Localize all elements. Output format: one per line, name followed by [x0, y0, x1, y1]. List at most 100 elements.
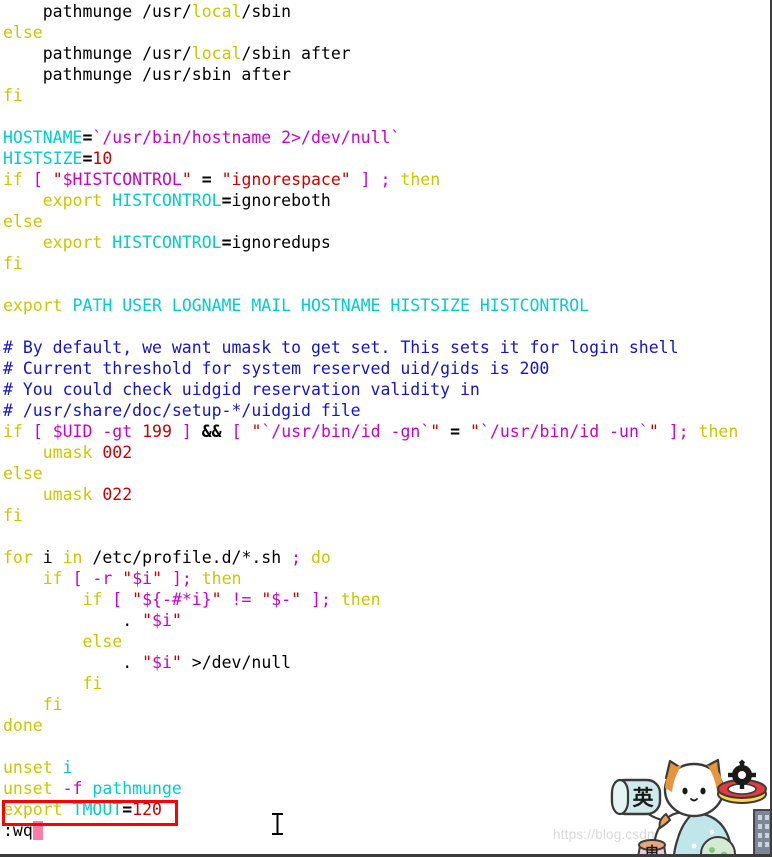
code-line[interactable]: if [ "$HISTCONTROL" = "ignorespace" ] ; … — [0, 169, 770, 190]
code-line[interactable]: if [ "${-#*i}" != "$-" ]; then — [0, 589, 770, 610]
code-token-kw: else — [82, 632, 123, 651]
code-line[interactable]: HOSTNAME=`/usr/bin/hostname 2>/dev/null` — [0, 127, 770, 148]
code-token-punct: ; — [678, 422, 689, 441]
code-token-punct: -r — [92, 569, 113, 588]
code-line[interactable]: fi — [0, 673, 770, 694]
code-token-op: = — [450, 422, 461, 441]
code-line[interactable]: pathmunge /usr/sbin after — [0, 64, 770, 85]
code-token-kw: export — [3, 800, 63, 819]
code-line[interactable]: HISTSIZE=10 — [0, 148, 770, 169]
code-token-kw: fi — [42, 695, 63, 714]
code-line[interactable] — [0, 526, 770, 547]
code-line[interactable]: unset -f pathmunge — [0, 778, 770, 799]
vim-terminal-screen[interactable]: pathmunge /usr/local/sbin else pathmunge … — [0, 0, 772, 857]
code-line[interactable]: export PATH USER LOGNAME MAIL HOSTNAME H… — [0, 295, 770, 316]
code-line[interactable]: pathmunge /usr/local/sbin after — [0, 43, 770, 64]
code-line[interactable]: export HISTCONTROL=ignoredups — [0, 232, 770, 253]
code-line[interactable]: umask 002 — [0, 442, 770, 463]
code-line[interactable]: . "$i" — [0, 610, 770, 631]
editor-buffer[interactable]: pathmunge /usr/local/sbin else pathmunge … — [0, 0, 770, 841]
code-line[interactable]: else — [0, 463, 770, 484]
code-line[interactable] — [0, 736, 770, 757]
vim-command-line[interactable]: :wq — [0, 820, 770, 841]
code-line[interactable]: done — [0, 715, 770, 736]
code-token-str: " — [648, 422, 659, 441]
code-token-punct: != — [231, 590, 252, 609]
code-line[interactable] — [0, 316, 770, 337]
code-token-plain: ignoreboth — [231, 191, 331, 210]
code-line[interactable]: for i in /etc/profile.d/*.sh ; do — [0, 547, 770, 568]
code-token-plain: /sbin after — [241, 44, 351, 63]
code-token-var: HISTSIZE — [3, 149, 83, 168]
code-token-kw: in — [62, 548, 83, 567]
code-line[interactable]: # You could check uidgid reservation val… — [0, 379, 770, 400]
code-token-punct: -f — [62, 779, 83, 798]
code-line[interactable]: else — [0, 631, 770, 652]
code-line[interactable]: fi — [0, 85, 770, 106]
code-token-var: HOSTNAME — [3, 128, 83, 147]
code-line[interactable]: # Current threshold for system reserved … — [0, 358, 770, 379]
code-token-kw: if — [42, 569, 63, 588]
code-line[interactable]: export HISTCONTROL=ignoreboth — [0, 190, 770, 211]
code-line[interactable]: if [ -r "$i" ]; then — [0, 568, 770, 589]
code-token-kw: fi — [3, 86, 23, 105]
code-line[interactable] — [0, 106, 770, 127]
code-line[interactable]: export TMOUT=120 — [0, 799, 770, 820]
code-line[interactable]: else — [0, 211, 770, 232]
code-line[interactable]: if [ $UID -gt 199 ] && [ "`/usr/bin/id -… — [0, 421, 770, 442]
code-token-num: 10 — [92, 149, 113, 168]
code-token-op: = — [82, 128, 93, 147]
code-line[interactable]: umask 022 — [0, 484, 770, 505]
code-line[interactable]: unset i — [0, 757, 770, 778]
text-cursor — [32, 821, 43, 840]
code-line[interactable]: fi — [0, 253, 770, 274]
code-token-var: pathmunge — [92, 779, 182, 798]
code-token-punct: [ — [112, 590, 123, 609]
code-line[interactable] — [0, 274, 770, 295]
code-token-punct: ${-#*i} — [142, 590, 212, 609]
code-token-op: = — [201, 170, 212, 189]
code-token-punct: $i — [152, 653, 172, 672]
code-token-num: 002 — [102, 443, 133, 462]
code-line[interactable]: . "$i" >/dev/null — [0, 652, 770, 673]
code-token-punct: `/usr/bin/id -gn` — [261, 422, 431, 441]
code-line[interactable]: # By default, we want umask to get set. … — [0, 337, 770, 358]
code-token-num: 199 — [142, 422, 172, 441]
code-token-str: " — [470, 422, 480, 441]
code-token-kw: then — [201, 569, 242, 588]
code-line[interactable]: # /usr/share/doc/setup-*/uidgid file — [0, 400, 770, 421]
code-line[interactable]: fi — [0, 694, 770, 715]
code-line[interactable]: pathmunge /usr/local/sbin — [0, 1, 770, 22]
code-token-str: " — [171, 611, 182, 630]
code-line[interactable]: fi — [0, 505, 770, 526]
code-token-var: TMOUT — [72, 800, 123, 819]
code-token-kw: umask — [42, 485, 93, 504]
code-token-str: " — [52, 170, 63, 189]
code-token-punct: ] — [668, 422, 679, 441]
code-token-kw: if — [3, 422, 23, 441]
code-token-kw: umask — [42, 443, 93, 462]
code-token-num: 120 — [132, 800, 162, 819]
code-token-punct: $i — [152, 611, 172, 630]
code-token-str: " — [142, 653, 153, 672]
code-token-punct: $UID — [52, 422, 93, 441]
code-token-punct: ; — [181, 569, 192, 588]
code-line[interactable]: else — [0, 22, 770, 43]
